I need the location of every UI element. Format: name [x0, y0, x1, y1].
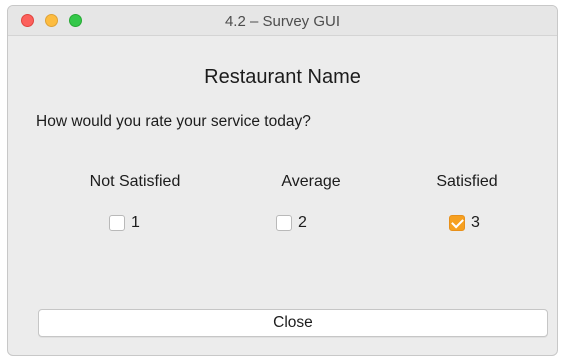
- rating-label-not-satisfied: Not Satisfied: [89, 173, 181, 190]
- restaurant-name-heading: Restaurant Name: [204, 66, 361, 88]
- survey-window: 4.2 – Survey GUI Restaurant Name How wou…: [7, 5, 558, 356]
- rating-label-satisfied: Satisfied: [436, 173, 498, 190]
- rating-checkbox-1[interactable]: [109, 215, 125, 231]
- rating-label-average: Average: [281, 173, 341, 190]
- rating-option-2[interactable]: 2: [276, 213, 307, 233]
- rating-checkbox-3[interactable]: [449, 215, 465, 231]
- survey-question: How would you rate your service today?: [36, 113, 311, 130]
- checkmark-icon: [450, 215, 464, 228]
- title-bar: 4.2 – Survey GUI: [8, 6, 557, 36]
- rating-option-1-label: 1: [131, 214, 140, 231]
- close-button[interactable]: Close: [38, 309, 548, 337]
- window-title: 4.2 – Survey GUI: [224, 13, 341, 30]
- rating-checkbox-2[interactable]: [276, 215, 292, 231]
- rating-option-2-label: 2: [298, 214, 307, 231]
- rating-option-3[interactable]: 3: [449, 213, 480, 233]
- rating-option-3-label: 3: [471, 214, 480, 231]
- rating-option-1[interactable]: 1: [109, 213, 140, 233]
